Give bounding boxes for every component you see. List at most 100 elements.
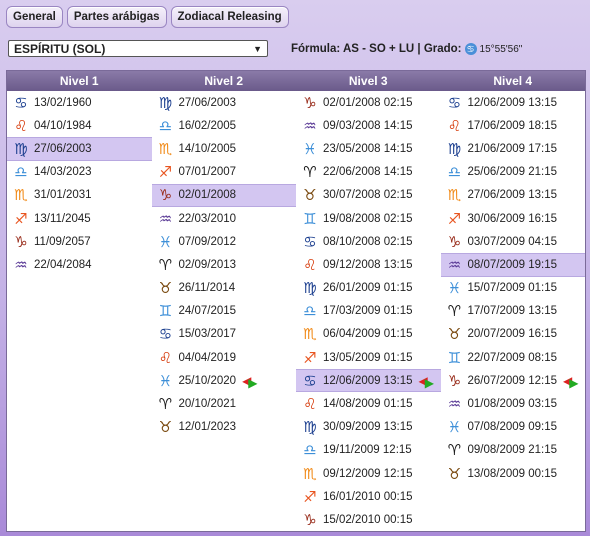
- taurus-sign-icon: ♉: [303, 186, 317, 205]
- period-date: 26/07/2009 12:15: [467, 374, 558, 387]
- period-row[interactable]: ♑ 02/01/2008 02:15: [296, 91, 441, 114]
- period-row[interactable]: ♐ 30/06/2009 16:15: [441, 207, 586, 230]
- libra-sign-icon: ♎: [303, 441, 317, 460]
- period-date: 20/10/2021: [178, 398, 237, 411]
- lot-select[interactable]: ESPÍRITU (SOL) ▼: [8, 40, 268, 57]
- arrow-right-icon: ▶: [248, 376, 258, 391]
- period-row[interactable]: ♑ 03/07/2009 04:15: [441, 230, 586, 253]
- gemini-sign-icon: ♊: [447, 348, 462, 367]
- virgo-sign-icon: ♍: [447, 139, 462, 158]
- period-row[interactable]: ♋ 12/06/2009 13:15 ◀ ▶: [296, 369, 441, 393]
- period-row[interactable]: ♍ 21/06/2009 17:15: [441, 137, 586, 160]
- period-row[interactable]: ♒ 22/03/2010: [152, 207, 297, 230]
- period-date: 17/03/2009 01:15: [323, 305, 413, 318]
- period-date: 13/02/1960: [34, 96, 92, 109]
- period-row[interactable]: ♓ 23/05/2008 14:15: [296, 137, 441, 160]
- period-row[interactable]: ♍ 27/06/2003: [7, 137, 152, 161]
- period-row[interactable]: ♎ 16/02/2005: [152, 114, 297, 137]
- tab-partes-arabigas[interactable]: Partes arábigas: [66, 6, 167, 28]
- taurus-sign-icon: ♉: [447, 464, 462, 483]
- aries-sign-icon: ♈: [158, 255, 173, 274]
- period-row[interactable]: ♑ 15/02/2010 00:15: [296, 508, 441, 531]
- period-row[interactable]: ♓ 15/07/2009 01:15: [441, 277, 586, 300]
- period-row[interactable]: ♐ 07/01/2007: [152, 161, 297, 184]
- period-row[interactable]: ♐ 13/11/2045: [7, 207, 152, 230]
- period-row[interactable]: ♑ 02/01/2008: [151, 183, 296, 207]
- period-row[interactable]: ♉ 13/08/2009 00:15: [441, 462, 586, 485]
- tab-general[interactable]: General: [6, 6, 63, 28]
- period-row[interactable]: ♏ 27/06/2009 13:15: [441, 184, 586, 207]
- period-row[interactable]: ♒ 08/07/2009 19:15: [440, 253, 585, 277]
- period-row[interactable]: ♌ 14/08/2009 01:15: [296, 392, 441, 415]
- taurus-sign-icon: ♉: [158, 418, 173, 437]
- period-row[interactable]: ♒ 22/04/2084: [7, 253, 152, 276]
- period-row[interactable]: ♈ 20/10/2021: [152, 392, 297, 415]
- period-row[interactable]: ♐ 16/01/2010 00:15: [296, 485, 441, 508]
- period-row[interactable]: ♈ 02/09/2013: [152, 253, 297, 276]
- period-date: 20/07/2009 16:15: [467, 328, 558, 341]
- level-2-column: ♍ 27/06/2003 ♎ 16/02/2005 ♏ 14/10/2005 ♐ 07/01/…: [151, 91, 297, 531]
- period-row[interactable]: ♋ 15/03/2017: [152, 323, 297, 346]
- period-date: 12/06/2009 13:15: [323, 374, 413, 387]
- virgo-sign-icon: ♍: [303, 279, 317, 298]
- period-row[interactable]: ♍ 30/09/2009 13:15: [296, 416, 441, 439]
- period-row[interactable]: ♉ 26/11/2014: [152, 277, 297, 300]
- period-row[interactable]: ♋ 13/02/1960: [7, 91, 152, 114]
- period-date: 08/10/2008 02:15: [323, 235, 413, 248]
- period-row[interactable]: ♋ 08/10/2008 02:15: [296, 230, 441, 253]
- period-row[interactable]: ♏ 14/10/2005: [152, 137, 297, 160]
- period-date: 22/03/2010: [178, 212, 237, 225]
- period-row[interactable]: ♌ 04/10/1984: [7, 114, 152, 137]
- formula-info: Fórmula: AS - SO + LU | Grado: ♋ 15°55'5…: [291, 43, 522, 55]
- lot-select-value: ESPÍRITU (SOL): [14, 41, 106, 56]
- tab-zodiacal-releasing[interactable]: Zodiacal Releasing: [170, 6, 289, 28]
- period-row[interactable]: ♏ 31/01/2031: [7, 184, 152, 207]
- period-row[interactable]: ♓ 07/09/2012: [152, 230, 297, 253]
- period-row[interactable]: ♓ 25/10/2020 ◀ ▶: [152, 369, 297, 392]
- period-row[interactable]: ♈ 09/08/2009 21:15: [441, 439, 586, 462]
- period-row[interactable]: ♒ 09/03/2008 14:15: [296, 114, 441, 137]
- aquarius-sign-icon: ♒: [447, 395, 462, 414]
- header-nivel-4: Nivel 4: [493, 74, 533, 88]
- sagittarius-sign-icon: ♐: [14, 209, 28, 228]
- period-row[interactable]: ♍ 27/06/2003: [152, 91, 297, 114]
- capricorn-sign-icon: ♑: [447, 232, 462, 251]
- period-row[interactable]: ♎ 14/03/2023: [7, 161, 152, 184]
- period-row[interactable]: ♑ 11/09/2057: [7, 230, 152, 253]
- taurus-sign-icon: ♉: [447, 325, 462, 344]
- period-row[interactable]: ♒ 01/08/2009 03:15: [441, 392, 586, 415]
- cancer-sign-icon: ♋: [303, 232, 317, 251]
- period-date: 04/10/1984: [34, 119, 92, 132]
- period-row[interactable]: ♋ 12/06/2009 13:15: [441, 91, 586, 114]
- period-row[interactable]: ♊ 22/07/2009 08:15: [441, 346, 586, 369]
- period-row[interactable]: ♊ 24/07/2015: [152, 300, 297, 323]
- period-row[interactable]: ♌ 17/06/2009 18:15: [441, 114, 586, 137]
- period-row[interactable]: ♈ 22/06/2008 14:15: [296, 161, 441, 184]
- period-row[interactable]: ♎ 19/11/2009 12:15: [296, 439, 441, 462]
- period-row[interactable]: ♎ 17/03/2009 01:15: [296, 300, 441, 323]
- period-date: 22/04/2084: [34, 258, 92, 271]
- period-row[interactable]: ♈ 17/07/2009 13:15: [441, 300, 586, 323]
- period-row[interactable]: ♉ 12/01/2023: [152, 416, 297, 439]
- period-row[interactable]: ♊ 19/08/2008 02:15: [296, 207, 441, 230]
- period-row[interactable]: ♉ 20/07/2009 16:15: [441, 323, 586, 346]
- period-date: 16/02/2005: [178, 119, 237, 132]
- chevron-down-icon: ▼: [253, 43, 262, 54]
- period-row[interactable]: ♏ 06/04/2009 01:15: [296, 323, 441, 346]
- period-row[interactable]: ♎ 25/06/2009 21:15: [441, 161, 586, 184]
- period-row[interactable]: ♉ 30/07/2008 02:15: [296, 184, 441, 207]
- period-row[interactable]: ♏ 09/12/2009 12:15: [296, 462, 441, 485]
- period-row[interactable]: ♌ 09/12/2008 13:15: [296, 253, 441, 276]
- period-row[interactable]: ♓ 07/08/2009 09:15: [441, 416, 586, 439]
- period-row[interactable]: ♑ 26/07/2009 12:15 ◀ ▶: [441, 369, 586, 392]
- period-date: 07/01/2007: [178, 166, 237, 179]
- period-row[interactable]: ♍ 26/01/2009 01:15: [296, 277, 441, 300]
- period-date: 24/07/2015: [178, 305, 237, 318]
- period-row[interactable]: ♐ 13/05/2009 01:15: [296, 346, 441, 369]
- header-nivel-3: Nivel 3: [348, 74, 388, 88]
- period-row[interactable]: ♌ 04/04/2019: [152, 346, 297, 369]
- virgo-sign-icon: ♍: [303, 418, 317, 437]
- arrow-right-icon: ▶: [424, 376, 434, 391]
- level-3-column: ♑ 02/01/2008 02:15 ♒ 09/03/2008 14:15 ♓ 23/05…: [296, 91, 441, 531]
- sagittarius-sign-icon: ♐: [303, 348, 317, 367]
